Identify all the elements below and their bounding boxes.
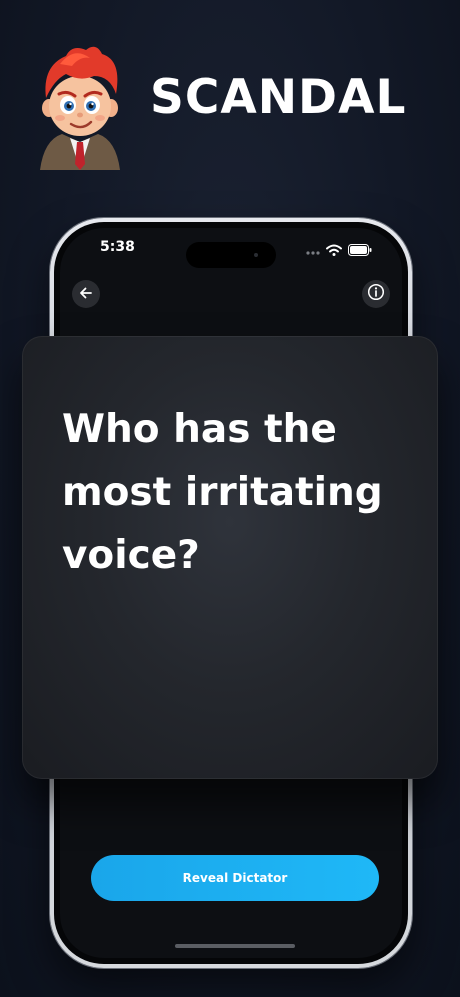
home-indicator[interactable] xyxy=(175,944,295,948)
arrow-left-icon xyxy=(79,285,93,304)
question-text: Who has the most irritating voice? xyxy=(62,407,383,578)
camera-dot xyxy=(254,253,258,257)
status-icons xyxy=(306,241,372,260)
battery-icon xyxy=(348,241,372,260)
mascot-icon xyxy=(30,42,130,170)
dynamic-island xyxy=(186,242,276,268)
question-card: Who has the most irritating voice? xyxy=(22,336,438,779)
info-circle-icon xyxy=(367,283,385,305)
status-time: 5:38 xyxy=(100,239,135,255)
info-button[interactable] xyxy=(362,280,390,308)
wifi-icon xyxy=(326,241,342,260)
brand-title: SCANDAL xyxy=(150,70,407,125)
signal-dots-icon xyxy=(306,241,320,260)
back-button[interactable] xyxy=(72,280,100,308)
reveal-dictator-button[interactable]: Reveal Dictator xyxy=(91,855,379,901)
